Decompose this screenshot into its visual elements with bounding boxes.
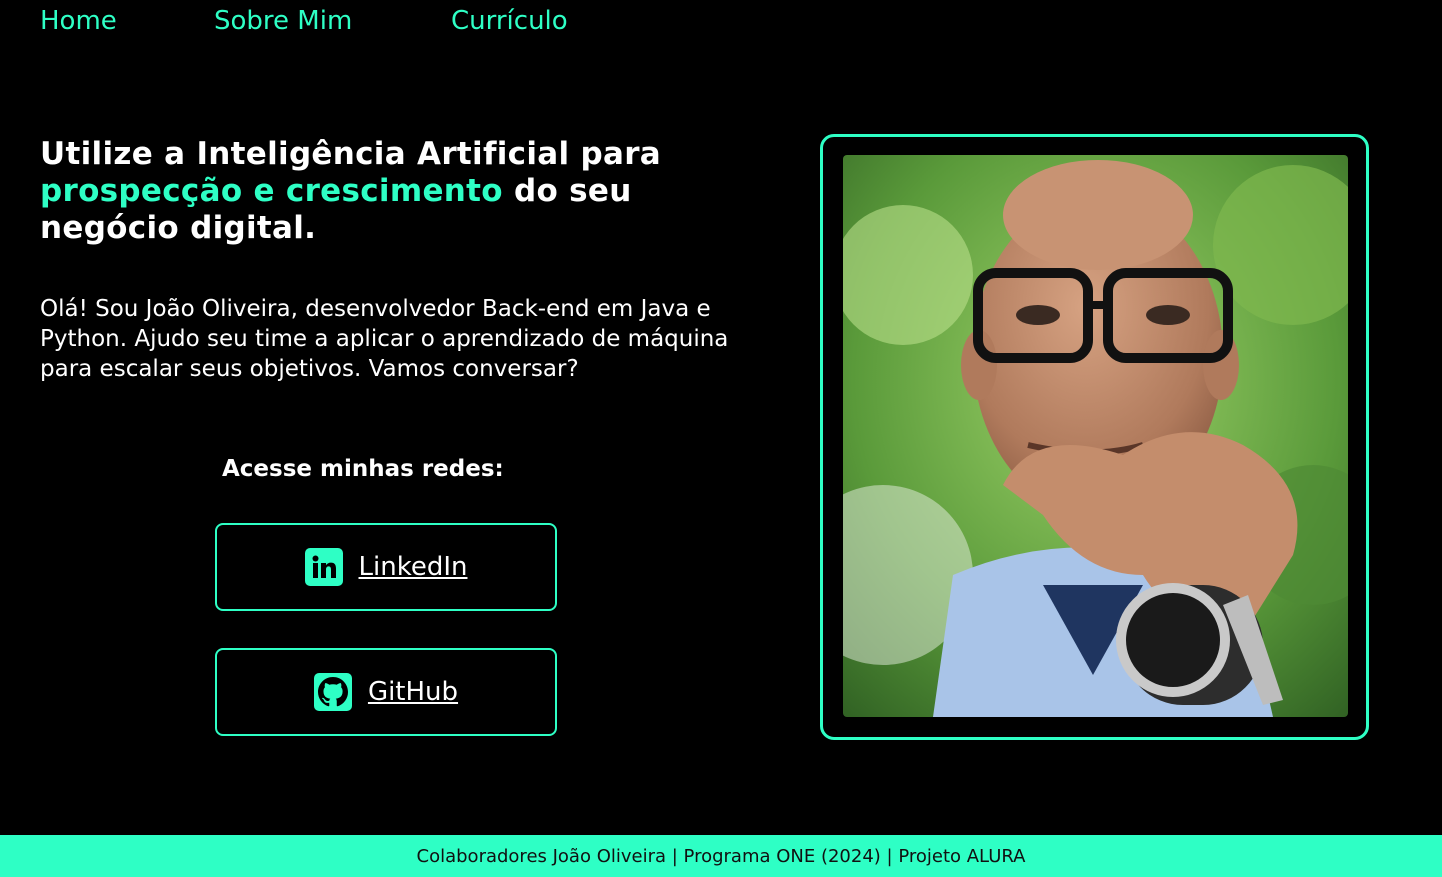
- footer-text: Colaboradores João Oliveira | Programa O…: [416, 845, 1026, 867]
- main-nav: Home Sobre Mim Currículo: [40, 6, 568, 36]
- headline-highlight: prospecção e crescimento: [40, 173, 503, 209]
- linkedin-label: LinkedIn: [358, 552, 468, 582]
- linkedin-icon: [304, 548, 343, 586]
- social-title: Acesse minhas redes:: [222, 456, 504, 482]
- footer: Colaboradores João Oliveira | Programa O…: [0, 835, 1442, 877]
- hero-headline: Utilize a Inteligência Artificial para p…: [40, 136, 740, 247]
- github-button[interactable]: GitHub: [215, 648, 557, 736]
- nav-link-sobre-mim[interactable]: Sobre Mim: [214, 6, 451, 36]
- github-icon: [313, 673, 352, 711]
- linkedin-button[interactable]: LinkedIn: [215, 523, 557, 611]
- nav-link-home[interactable]: Home: [40, 6, 214, 36]
- profile-photo: [843, 155, 1348, 717]
- headline-part-1: Utilize a Inteligência Artificial para: [40, 136, 662, 172]
- github-label: GitHub: [367, 677, 459, 707]
- profile-photo-frame: [820, 134, 1369, 740]
- nav-link-curriculo[interactable]: Currículo: [451, 6, 568, 36]
- hero-intro: Olá! Sou João Oliveira, desenvolvedor Ba…: [40, 296, 729, 382]
